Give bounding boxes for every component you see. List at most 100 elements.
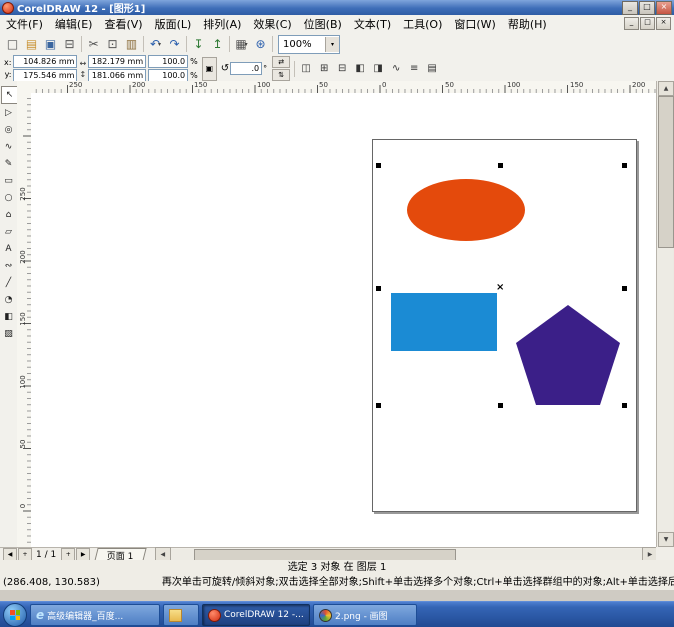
- cut-button[interactable]: ✂: [84, 35, 103, 54]
- taskbar-item-coreldraw[interactable]: CorelDRAW 12 -...: [202, 604, 310, 626]
- wrap-paragraph-text-button[interactable]: ▤: [423, 60, 441, 78]
- v-ruler-label: 100: [19, 375, 27, 389]
- zoom-tool-icon: ◎: [5, 125, 13, 135]
- zoom-dropdown-icon[interactable]: ▾: [325, 37, 339, 52]
- zoom-level-combo[interactable]: 100% ▾: [278, 35, 340, 54]
- canvas[interactable]: ×: [31, 93, 656, 547]
- basic-shapes-tool[interactable]: ▱: [1, 224, 16, 240]
- toolbox-items: ↖ ▷ ◎ ∿✎▭○⌂▱A∾╱◔◧▨: [0, 86, 17, 342]
- rectangle-shape[interactable]: [391, 293, 497, 351]
- selection-center-marker[interactable]: ×: [496, 283, 504, 293]
- menu-file[interactable]: 文件(F): [0, 15, 49, 33]
- v-ruler-label: 50: [19, 437, 27, 451]
- pick-tool-icon: ↖: [6, 90, 14, 100]
- selection-handle[interactable]: [622, 163, 627, 168]
- undo-button[interactable]: ↶▾: [146, 35, 165, 54]
- taskbar-item-explorer[interactable]: [163, 604, 199, 626]
- menu-layout[interactable]: 版面(L): [149, 15, 198, 33]
- polygon-tool[interactable]: ⌂: [1, 207, 16, 223]
- open-button[interactable]: ▤: [22, 35, 41, 54]
- scroll-up-icon[interactable]: ▲: [658, 81, 674, 96]
- start-button[interactable]: [3, 603, 27, 627]
- rectangle-tool[interactable]: ▭: [1, 173, 16, 189]
- smart-drawing-tool[interactable]: ✎: [1, 156, 16, 172]
- shape-tool[interactable]: ▷: [1, 105, 16, 121]
- h-ruler-label: 50: [319, 81, 328, 89]
- taskbar-item-paint[interactable]: 2.png - 画图: [313, 604, 417, 626]
- interactive-fill-tool[interactable]: ▨: [1, 326, 16, 342]
- new-button[interactable]: □: [3, 35, 22, 54]
- to-back-button[interactable]: ◨: [369, 60, 387, 78]
- x-label: x:: [4, 58, 11, 67]
- print-button[interactable]: ⊟: [60, 35, 79, 54]
- minimize-button[interactable]: _: [622, 1, 638, 15]
- outline-tool[interactable]: ◔: [1, 292, 16, 308]
- export-button[interactable]: ↥: [208, 35, 227, 54]
- group-button[interactable]: ⊞: [315, 60, 333, 78]
- selection-handle[interactable]: [376, 163, 381, 168]
- v-ruler-label: 150: [19, 312, 27, 326]
- outline-width-button[interactable]: ≡: [405, 60, 423, 78]
- to-front-button[interactable]: ◧: [351, 60, 369, 78]
- pick-tool[interactable]: ↖: [1, 86, 18, 104]
- menu-help[interactable]: 帮助(H): [502, 15, 553, 33]
- convert-to-curves-button[interactable]: ∿: [387, 60, 405, 78]
- corel-online-button[interactable]: ⊛: [251, 35, 270, 54]
- menu-effects[interactable]: 效果(C): [247, 15, 297, 33]
- selection-handle[interactable]: [498, 163, 503, 168]
- close-button[interactable]: ×: [656, 1, 672, 15]
- mdi-close-button[interactable]: ×: [656, 17, 671, 30]
- selection-status-text: 选定 3 对象 在 图层 1: [288, 562, 387, 573]
- menu-text[interactable]: 文本(T): [348, 15, 397, 33]
- selection-handle[interactable]: [622, 286, 627, 291]
- menu-arrange[interactable]: 排列(A): [197, 15, 247, 33]
- selection-handle[interactable]: [376, 286, 381, 291]
- selection-handle[interactable]: [376, 403, 381, 408]
- menu-window[interactable]: 窗口(W): [448, 15, 501, 33]
- eyedropper-tool[interactable]: ╱: [1, 275, 16, 291]
- mdi-restore-button[interactable]: □: [640, 17, 655, 30]
- save-button[interactable]: ▣: [41, 35, 60, 54]
- ellipse-shape[interactable]: [407, 179, 525, 241]
- freehand-tool[interactable]: ∿: [1, 139, 16, 155]
- ungroup-button[interactable]: ⊟: [333, 60, 351, 78]
- import-button[interactable]: ↧: [189, 35, 208, 54]
- vertical-scroll-thumb[interactable]: [658, 96, 674, 248]
- text-tool[interactable]: A: [1, 241, 16, 257]
- menu-bitmaps[interactable]: 位图(B): [298, 15, 348, 33]
- scale-x-field[interactable]: 100.0: [148, 55, 188, 68]
- mirror-horizontal-button[interactable]: ⇄: [272, 56, 290, 68]
- copy-button[interactable]: ⊡: [103, 35, 122, 54]
- pentagon-shape[interactable]: [516, 305, 620, 405]
- menu-view[interactable]: 查看(V): [98, 15, 148, 33]
- windows-logo-icon: [10, 610, 20, 620]
- selection-handle[interactable]: [498, 403, 503, 408]
- fill-tool[interactable]: ◧: [1, 309, 16, 325]
- menu-edit[interactable]: 编辑(E): [49, 15, 99, 33]
- mdi-minimize-button[interactable]: _: [624, 17, 639, 30]
- redo-button[interactable]: ↷: [165, 35, 184, 54]
- combine-button[interactable]: ◫: [297, 60, 315, 78]
- y-position-value: 175.546 mm: [23, 71, 74, 80]
- object-width-field[interactable]: 182.179 mm: [88, 55, 146, 68]
- rotation-angle-field[interactable]: .0: [230, 62, 262, 75]
- nonproportional-lock-button[interactable]: ▣: [202, 57, 217, 81]
- taskbar-item-label: CorelDRAW 12 -...: [224, 610, 304, 620]
- paste-button[interactable]: ▥: [122, 35, 141, 54]
- app-launcher-button[interactable]: ▦▾: [232, 35, 251, 54]
- zoom-tool[interactable]: ◎: [1, 122, 16, 138]
- horizontal-scroll-track[interactable]: [171, 549, 642, 560]
- height-icon: ↕: [79, 70, 86, 79]
- menu-tools[interactable]: 工具(O): [397, 15, 448, 33]
- interactive-blend-tool[interactable]: ∾: [1, 258, 16, 274]
- ellipse-tool[interactable]: ○: [1, 190, 16, 206]
- selection-handle[interactable]: [622, 403, 627, 408]
- v-ruler[interactable]: 250200150100500: [17, 93, 32, 547]
- taskbar-item-browser[interactable]: e高级编辑器_百度...: [30, 604, 160, 626]
- x-position-field[interactable]: 104.826 mm: [13, 55, 77, 68]
- mirror-vertical-button[interactable]: ⇅: [272, 69, 290, 81]
- scroll-down-icon[interactable]: ▼: [658, 532, 674, 547]
- maximize-button[interactable]: □: [639, 1, 655, 15]
- page[interactable]: [372, 139, 637, 512]
- vertical-scrollbar[interactable]: ▲ ▼: [656, 81, 673, 547]
